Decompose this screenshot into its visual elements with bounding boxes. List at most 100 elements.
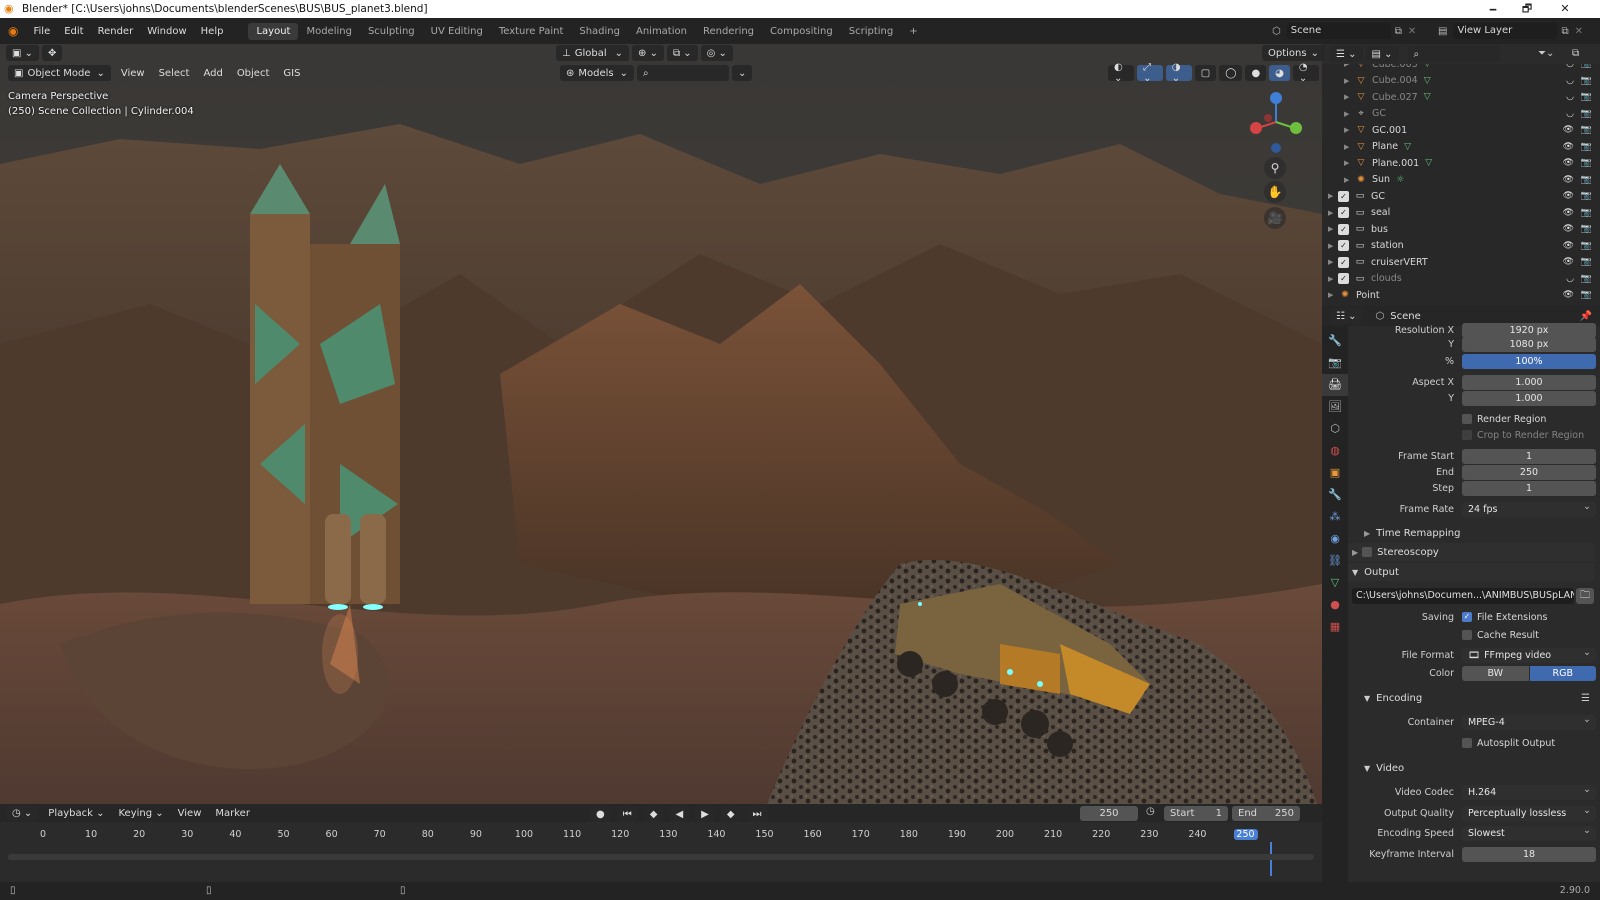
tri-icon[interactable]: ▽ <box>1425 158 1432 168</box>
frame-step-field[interactable]: 1 <box>1462 480 1596 496</box>
transform-orientation-dropdown[interactable]: ⊥ Global ⌄ <box>556 45 630 61</box>
visibility-eye-icon[interactable]: ◡ <box>1566 109 1574 119</box>
timeline-menu-marker[interactable]: Marker <box>208 808 257 819</box>
visibility-eye-icon[interactable]: 👁 <box>1563 142 1574 152</box>
file-format-dropdown[interactable]: 🎞 FFmpeg video <box>1462 645 1596 663</box>
view-layer-name[interactable]: View Layer <box>1453 23 1558 39</box>
visibility-eye-icon[interactable]: 👁 <box>1563 191 1574 201</box>
material-tab-icon[interactable]: ● <box>1322 594 1348 616</box>
resolution-percent-field[interactable]: 100% <box>1462 353 1596 369</box>
render-camera-icon[interactable]: 📷 <box>1581 64 1592 69</box>
tri-icon[interactable]: ▽ <box>1424 64 1431 69</box>
jump-end-icon[interactable]: ⏭ <box>746 806 768 822</box>
timeline-ruler[interactable]: 0 10 20 30 40 50 60 70 80 90 100 110 120 130 140 150 160… <box>0 826 1322 844</box>
outliner-search-input[interactable]: ⌕ <box>1407 46 1500 62</box>
start-frame-field[interactable]: Start 1 <box>1164 806 1228 821</box>
outliner-row[interactable]: ▶ ▽ Plane ▽ 👁 📷 <box>1322 139 1600 156</box>
render-camera-icon[interactable]: 📷 <box>1581 257 1592 267</box>
container-dropdown[interactable]: MPEG-4 <box>1462 712 1596 730</box>
texture-tab-icon[interactable]: ▦ <box>1322 616 1348 638</box>
tab-compositing[interactable]: Compositing <box>762 23 841 40</box>
scene-name[interactable]: Scene <box>1286 23 1391 39</box>
video-codec-dropdown[interactable]: H.264 <box>1462 782 1596 800</box>
new-collection-icon[interactable]: ⧉ <box>1572 48 1579 59</box>
output-path-input[interactable]: C:\Users\johns\Documen...\ANIMBUS\BUSpLA… <box>1352 588 1574 604</box>
render-region-checkbox[interactable]: Render Region <box>1462 414 1546 425</box>
visibility-eye-icon[interactable]: 👁 <box>1563 241 1574 251</box>
stereoscopy-section[interactable]: ▶ Stereoscopy <box>1348 543 1594 561</box>
autosplit-checkbox[interactable]: Autosplit Output <box>1462 738 1555 749</box>
tab-animation[interactable]: Animation <box>628 23 695 40</box>
overlay-toggle-icon[interactable]: ◑ ⌄ <box>1165 62 1192 84</box>
expand-arrow-icon[interactable]: ▶ <box>1328 225 1338 233</box>
render-camera-icon[interactable]: 📷 <box>1581 290 1592 300</box>
outliner-row[interactable]: ▶ ▽ Cube.003 ▽ ◡ 📷 <box>1322 64 1600 73</box>
cache-result-checkbox[interactable]: Cache Result <box>1462 630 1539 641</box>
view-layer-selector[interactable]: ▤ View Layer ⧉ ✕ <box>1438 22 1583 40</box>
output-section[interactable]: ▼ Output <box>1348 563 1594 581</box>
menu-window[interactable]: Window <box>140 26 193 37</box>
expand-arrow-icon[interactable]: ▶ <box>1344 64 1354 68</box>
clock-icon[interactable]: ◷ <box>1146 806 1155 817</box>
blender-menu-icon[interactable]: ◉ <box>0 24 26 38</box>
camera-view-icon[interactable]: 🎥 <box>1264 207 1286 229</box>
render-camera-icon[interactable]: 📷 <box>1581 92 1592 102</box>
outliner-row[interactable]: ▶ ✓ ▭ clouds ◡ 📷 <box>1322 271 1600 288</box>
viewport-menu-select[interactable]: Select <box>152 68 197 79</box>
models-dropdown[interactable]: ⊛ Models ⌄ <box>560 65 635 81</box>
expand-arrow-icon[interactable]: ▶ <box>1344 110 1354 118</box>
encoding-speed-dropdown[interactable]: Slowest <box>1462 823 1596 841</box>
tab-layout[interactable]: Layout <box>248 22 299 40</box>
outliner-row[interactable]: ▶ ✓ ▭ seal 👁 📷 <box>1322 205 1600 222</box>
display-mode-icon[interactable]: ▤ ⌄ <box>1365 46 1399 62</box>
presets-list-icon[interactable]: ☰ <box>1581 693 1590 704</box>
render-camera-icon[interactable]: 📷 <box>1581 76 1592 86</box>
expand-arrow-icon[interactable]: ▶ <box>1328 242 1338 250</box>
tool-settings-icon[interactable]: ✥ <box>42 45 63 61</box>
render-camera-icon[interactable]: 📷 <box>1581 274 1592 284</box>
prev-keyframe-icon[interactable]: ◆ <box>643 806 664 822</box>
render-camera-icon[interactable]: 📷 <box>1581 158 1592 168</box>
visibility-eye-icon[interactable]: 👁 <box>1563 290 1574 300</box>
record-icon[interactable]: ● <box>590 806 611 822</box>
render-camera-icon[interactable]: 📷 <box>1581 175 1592 185</box>
visibility-eye-icon[interactable]: 👁 <box>1563 125 1574 135</box>
timeline-menu-view[interactable]: View <box>171 808 209 819</box>
viewport-menu-view[interactable]: View <box>114 68 152 79</box>
exclude-checkbox[interactable]: ✓ <box>1338 256 1349 268</box>
delete-view-layer-icon[interactable]: ✕ <box>1575 26 1583 37</box>
options-dropdown[interactable]: Options ⌄ <box>1262 45 1325 61</box>
expand-arrow-icon[interactable]: ▶ <box>1328 192 1338 200</box>
folder-icon[interactable]: 🗀 <box>1576 588 1594 604</box>
add-workspace-button[interactable]: + <box>901 23 925 40</box>
color-bw-button[interactable]: BW <box>1462 665 1529 681</box>
expand-arrow-icon[interactable]: ▶ <box>1344 126 1354 134</box>
expand-arrow-icon[interactable]: ▶ <box>1328 291 1338 299</box>
outliner-editor-type-icon[interactable]: ☰ ⌄ <box>1330 46 1363 62</box>
viewport-search-input[interactable]: ⌕ <box>637 65 730 81</box>
view-layer-tab-icon[interactable]: 🖼 <box>1322 396 1348 418</box>
menu-help[interactable]: Help <box>194 26 231 37</box>
modifiers-tab-icon[interactable]: 🔧 <box>1322 484 1348 506</box>
snap-icon[interactable]: ⧉ ⌄ <box>666 45 698 61</box>
encoding-section[interactable]: ▼ Encoding ☰ <box>1350 689 1596 707</box>
timeline-scrollbar[interactable] <box>8 854 1314 860</box>
outliner-row[interactable]: ▶ ✓ ▭ station 👁 📷 <box>1322 238 1600 255</box>
outliner-row[interactable]: ▶ ✓ ▭ GC 👁 📷 <box>1322 188 1600 205</box>
aspect-x-field[interactable]: 1.000 <box>1462 374 1596 390</box>
output-tab-icon[interactable]: 🖨 <box>1322 374 1348 396</box>
visibility-icon[interactable]: ◐ ⌄ <box>1108 62 1135 84</box>
outliner-row[interactable]: ▶ ▽ GC.001 👁 📷 <box>1322 122 1600 139</box>
expand-arrow-icon[interactable]: ▶ <box>1328 275 1338 283</box>
expand-arrow-icon[interactable]: ▶ <box>1344 77 1354 85</box>
world-tab-icon[interactable]: ◍ <box>1322 440 1348 462</box>
constraints-tab-icon[interactable]: ⛓ <box>1322 550 1348 572</box>
delete-scene-icon[interactable]: ✕ <box>1408 26 1416 37</box>
render-camera-icon[interactable]: 📷 <box>1581 208 1592 218</box>
play-reverse-icon[interactable]: ◀ <box>669 806 690 822</box>
exclude-checkbox[interactable]: ✓ <box>1338 207 1349 219</box>
viewport-menu-gis[interactable]: GIS <box>276 68 307 79</box>
scene-tab-icon[interactable]: ⬡ <box>1322 418 1348 440</box>
frame-end-field[interactable]: 250 <box>1462 464 1596 480</box>
particles-tab-icon[interactable]: ⁂ <box>1322 506 1348 528</box>
